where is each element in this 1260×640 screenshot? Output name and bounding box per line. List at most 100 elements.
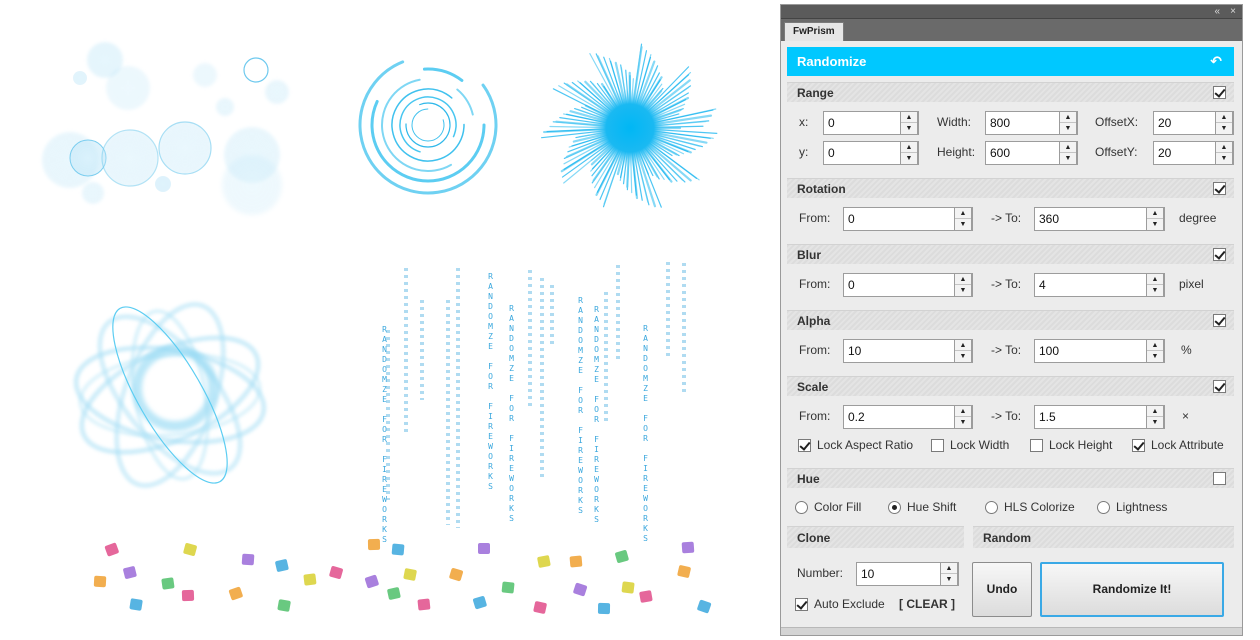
lock-height-option[interactable]: Lock Height <box>1030 437 1112 453</box>
tab-fwprism[interactable]: FwPrism <box>784 22 844 41</box>
lock-attribute-checkbox[interactable] <box>1132 439 1145 453</box>
rotation-from-stepper[interactable]: 0 ▲ ▼ <box>843 207 973 231</box>
spin-down-icon[interactable]: ▼ <box>1216 153 1232 164</box>
spin-down-icon[interactable]: ▼ <box>955 417 971 428</box>
spin-down-icon[interactable]: ▼ <box>1060 153 1076 164</box>
y-stepper[interactable]: 0 ▲ ▼ <box>823 141 919 165</box>
randomize-it-button[interactable]: Randomize It! <box>1040 562 1224 617</box>
range-enable-checkbox[interactable] <box>1213 86 1226 99</box>
blur-from-stepper[interactable]: 0 ▲ ▼ <box>843 273 973 297</box>
spin-up-icon[interactable]: ▲ <box>941 563 957 574</box>
spin-down-icon[interactable]: ▼ <box>901 123 917 134</box>
spin-up-icon[interactable]: ▲ <box>1147 406 1163 417</box>
rotation-enable-checkbox[interactable] <box>1213 182 1226 195</box>
blur-to-arrows[interactable]: ▲ ▼ <box>1146 273 1164 297</box>
x-stepper[interactable]: 0 ▲ ▼ <box>823 111 919 135</box>
blur-from-arrows[interactable]: ▲ ▼ <box>954 273 972 297</box>
spin-down-icon[interactable]: ▼ <box>1216 123 1232 134</box>
lock-height-checkbox[interactable] <box>1030 439 1043 453</box>
spin-up-icon[interactable]: ▲ <box>1216 142 1232 153</box>
clone-number-value[interactable]: 10 <box>857 563 874 585</box>
clear-link[interactable]: [ CLEAR ] <box>899 593 955 615</box>
spin-down-icon[interactable]: ▼ <box>955 351 971 362</box>
offsety-value[interactable]: 20 <box>1154 142 1171 164</box>
alpha-from-value[interactable]: 10 <box>844 340 861 362</box>
width-stepper-arrows[interactable]: ▲ ▼ <box>1059 111 1077 135</box>
scale-enable-checkbox[interactable] <box>1213 380 1226 393</box>
spin-up-icon[interactable]: ▲ <box>1060 142 1076 153</box>
spin-down-icon[interactable]: ▼ <box>1060 123 1076 134</box>
alpha-to-value[interactable]: 100 <box>1035 340 1059 362</box>
offsety-stepper[interactable]: 20 ▲ ▼ <box>1153 141 1234 165</box>
blur-from-value[interactable]: 0 <box>844 274 855 296</box>
x-stepper-arrows[interactable]: ▲ ▼ <box>900 111 918 135</box>
offsetx-value[interactable]: 20 <box>1154 112 1171 134</box>
spin-up-icon[interactable]: ▲ <box>955 340 971 351</box>
x-value[interactable]: 0 <box>824 112 835 134</box>
lock-width-checkbox[interactable] <box>931 439 944 453</box>
spin-up-icon[interactable]: ▲ <box>1216 112 1232 123</box>
hue-mode-hue-shift[interactable]: Hue Shift <box>888 499 956 515</box>
scale-from-value[interactable]: 0.2 <box>844 406 865 428</box>
spin-down-icon[interactable]: ▼ <box>955 219 971 230</box>
hue-mode-color-fill[interactable]: Color Fill <box>795 499 861 515</box>
lightness-radio[interactable] <box>1097 501 1110 515</box>
hls-colorize-radio[interactable] <box>985 501 998 515</box>
height-stepper-arrows[interactable]: ▲ ▼ <box>1059 141 1077 165</box>
spin-down-icon[interactable]: ▼ <box>1147 417 1163 428</box>
y-value[interactable]: 0 <box>824 142 835 164</box>
alpha-enable-checkbox[interactable] <box>1213 314 1226 327</box>
undo-arrow-icon[interactable]: ↶ <box>1210 47 1222 76</box>
blur-enable-checkbox[interactable] <box>1213 248 1226 261</box>
spin-up-icon[interactable]: ▲ <box>901 142 917 153</box>
spin-up-icon[interactable]: ▲ <box>1147 340 1163 351</box>
scale-from-stepper[interactable]: 0.2 ▲ ▼ <box>843 405 973 429</box>
scale-to-stepper[interactable]: 1.5 ▲ ▼ <box>1034 405 1165 429</box>
rotation-to-arrows[interactable]: ▲ ▼ <box>1146 207 1164 231</box>
rotation-from-arrows[interactable]: ▲ ▼ <box>954 207 972 231</box>
lock-width-option[interactable]: Lock Width <box>931 437 1009 453</box>
hue-mode-lightness[interactable]: Lightness <box>1097 499 1167 515</box>
spin-up-icon[interactable]: ▲ <box>955 274 971 285</box>
blur-to-stepper[interactable]: 4 ▲ ▼ <box>1034 273 1165 297</box>
auto-exclude-option[interactable]: Auto Exclude <box>795 596 885 612</box>
scale-to-arrows[interactable]: ▲ ▼ <box>1146 405 1164 429</box>
offsety-stepper-arrows[interactable]: ▲ ▼ <box>1215 141 1233 165</box>
alpha-from-arrows[interactable]: ▲ ▼ <box>954 339 972 363</box>
offsetx-stepper-arrows[interactable]: ▲ ▼ <box>1215 111 1233 135</box>
spin-down-icon[interactable]: ▼ <box>901 153 917 164</box>
undo-button[interactable]: Undo <box>972 562 1032 617</box>
offsetx-stepper[interactable]: 20 ▲ ▼ <box>1153 111 1234 135</box>
spin-down-icon[interactable]: ▼ <box>1147 219 1163 230</box>
spin-up-icon[interactable]: ▲ <box>1147 208 1163 219</box>
rotation-from-value[interactable]: 0 <box>844 208 855 230</box>
height-stepper[interactable]: 600 ▲ ▼ <box>985 141 1078 165</box>
lock-attribute-option[interactable]: Lock Attribute <box>1132 437 1224 453</box>
lock-aspect-ratio-option[interactable]: Lock Aspect Ratio <box>798 437 913 453</box>
scale-from-arrows[interactable]: ▲ ▼ <box>954 405 972 429</box>
clone-number-stepper[interactable]: 10 ▲ ▼ <box>856 562 959 586</box>
spin-down-icon[interactable]: ▼ <box>1147 285 1163 296</box>
spin-up-icon[interactable]: ▲ <box>901 112 917 123</box>
blur-to-value[interactable]: 4 <box>1035 274 1046 296</box>
spin-up-icon[interactable]: ▲ <box>955 208 971 219</box>
rotation-to-stepper[interactable]: 360 ▲ ▼ <box>1034 207 1165 231</box>
panel-resize-grip[interactable] <box>781 627 1242 635</box>
y-stepper-arrows[interactable]: ▲ ▼ <box>900 141 918 165</box>
scale-to-value[interactable]: 1.5 <box>1035 406 1056 428</box>
spin-down-icon[interactable]: ▼ <box>941 574 957 585</box>
lock-aspect-ratio-checkbox[interactable] <box>798 439 811 453</box>
alpha-from-stepper[interactable]: 10 ▲ ▼ <box>843 339 973 363</box>
hue-shift-radio[interactable] <box>888 501 901 515</box>
color-fill-radio[interactable] <box>795 501 808 515</box>
spin-down-icon[interactable]: ▼ <box>1147 351 1163 362</box>
spin-up-icon[interactable]: ▲ <box>1060 112 1076 123</box>
spin-down-icon[interactable]: ▼ <box>955 285 971 296</box>
close-panel-icon[interactable]: × <box>1230 5 1236 19</box>
clone-number-arrows[interactable]: ▲ ▼ <box>940 562 958 586</box>
auto-exclude-checkbox[interactable] <box>795 598 808 612</box>
alpha-to-arrows[interactable]: ▲ ▼ <box>1146 339 1164 363</box>
rotation-to-value[interactable]: 360 <box>1035 208 1059 230</box>
collapse-panel-icon[interactable]: « <box>1214 5 1220 19</box>
width-value[interactable]: 800 <box>986 112 1010 134</box>
